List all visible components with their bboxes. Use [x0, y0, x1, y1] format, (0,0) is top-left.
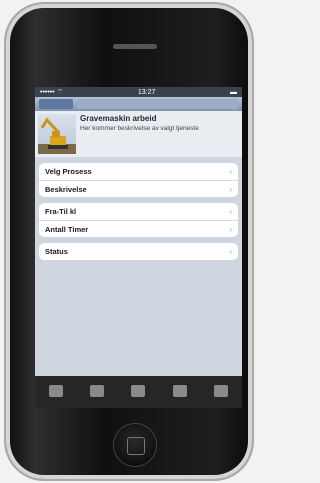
home-square-icon	[127, 437, 145, 455]
row-label: Beskrivelse	[45, 184, 87, 194]
row-antall-timer[interactable]: Antall Timer ›	[39, 220, 238, 237]
service-subtitle: Her kommer beskrivelse av valgt tjeneste	[80, 125, 199, 132]
earpiece-speaker	[113, 44, 157, 49]
row-label: Velg Prosess	[45, 167, 92, 176]
back-button[interactable]	[39, 99, 73, 109]
service-header: Gravemaskin arbeid Her kommer beskrivels…	[35, 111, 242, 157]
row-beskrivelse[interactable]: Beskrivelse ›	[39, 180, 238, 197]
phone-frame: •••••• ⌔ 13:27 ▬ Gravemaskin arbeid Her …	[6, 4, 252, 479]
tab-5[interactable]	[206, 385, 236, 399]
row-label: Fra-Til kl	[45, 207, 77, 216]
status-bar: •••••• ⌔ 13:27 ▬	[35, 87, 242, 97]
tab-1[interactable]	[41, 385, 71, 399]
tab-3[interactable]	[123, 385, 153, 399]
tab-bar	[35, 376, 242, 408]
chevron-right-icon: ›	[229, 184, 232, 194]
tab-icon	[214, 385, 229, 397]
segment-button[interactable]	[77, 99, 238, 109]
signal-indicator: •••••• ⌔	[40, 88, 64, 96]
screen: •••••• ⌔ 13:27 ▬ Gravemaskin arbeid Her …	[35, 87, 242, 408]
tab-icon	[172, 385, 187, 397]
tab-icon	[131, 385, 146, 397]
row-fra-til[interactable]: Fra-Til kl ›	[39, 203, 238, 220]
settings-group-1: Velg Prosess › Beskrivelse ›	[39, 163, 238, 197]
tab-icon	[90, 385, 105, 397]
tab-4[interactable]	[165, 385, 195, 399]
row-status[interactable]: Status ›	[39, 243, 238, 260]
settings-group-2: Fra-Til kl › Antall Timer ›	[39, 203, 238, 237]
chevron-right-icon: ›	[229, 167, 232, 176]
chevron-right-icon: ›	[229, 247, 232, 256]
chevron-right-icon: ›	[229, 207, 232, 216]
navigation-bar	[35, 97, 242, 111]
settings-group-3: Status ›	[39, 243, 238, 260]
tab-icon	[48, 385, 63, 397]
service-title: Gravemaskin arbeid	[80, 114, 157, 123]
chevron-right-icon: ›	[229, 224, 232, 234]
battery-icon: ▬	[229, 88, 237, 96]
tab-2[interactable]	[82, 385, 112, 399]
status-time: 13:27	[137, 88, 156, 96]
row-velg-prosess[interactable]: Velg Prosess ›	[39, 163, 238, 180]
row-label: Antall Timer	[45, 224, 89, 234]
excavator-icon	[38, 117, 76, 154]
excavator-image	[38, 114, 76, 154]
row-label: Status	[45, 247, 68, 256]
